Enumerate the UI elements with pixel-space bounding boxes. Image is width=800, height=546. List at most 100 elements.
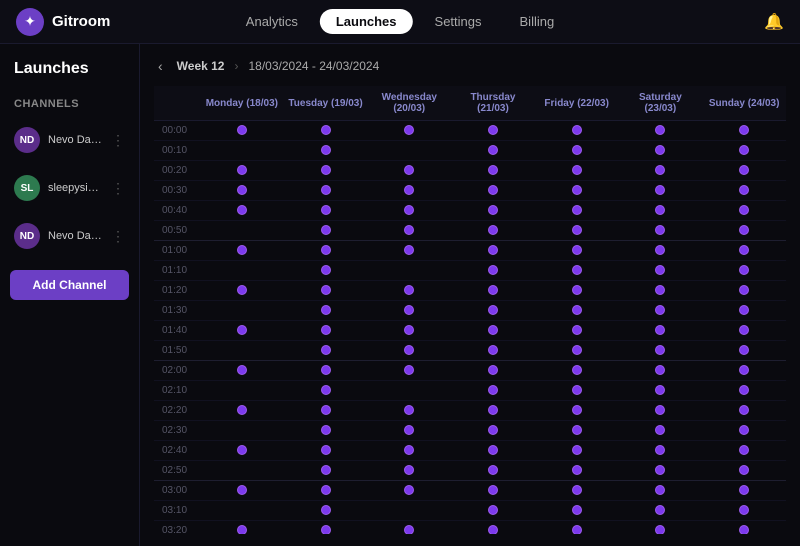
schedule-dot[interactable]: [237, 205, 247, 215]
schedule-dot[interactable]: [655, 265, 665, 275]
nav-analytics[interactable]: Analytics: [230, 9, 314, 34]
schedule-cell[interactable]: [200, 421, 284, 441]
schedule-dot[interactable]: [237, 165, 247, 175]
schedule-cell[interactable]: [451, 141, 535, 161]
schedule-cell[interactable]: [619, 441, 703, 461]
schedule-cell[interactable]: [702, 201, 786, 221]
schedule-cell[interactable]: [535, 321, 619, 341]
schedule-cell[interactable]: [619, 381, 703, 401]
schedule-cell[interactable]: [200, 361, 284, 381]
schedule-dot[interactable]: [321, 305, 331, 315]
schedule-dot[interactable]: [321, 165, 331, 175]
schedule-dot[interactable]: [488, 125, 498, 135]
schedule-dot[interactable]: [321, 145, 331, 155]
schedule-dot[interactable]: [655, 305, 665, 315]
schedule-dot[interactable]: [488, 185, 498, 195]
schedule-dot[interactable]: [572, 165, 582, 175]
schedule-dot[interactable]: [572, 445, 582, 455]
schedule-cell[interactable]: [619, 181, 703, 201]
schedule-cell[interactable]: [702, 221, 786, 241]
schedule-cell[interactable]: [451, 441, 535, 461]
schedule-dot[interactable]: [488, 405, 498, 415]
schedule-dot[interactable]: [237, 445, 247, 455]
schedule-dot[interactable]: [404, 225, 414, 235]
schedule-dot[interactable]: [739, 425, 749, 435]
schedule-dot[interactable]: [321, 505, 331, 515]
schedule-dot[interactable]: [404, 285, 414, 295]
schedule-dot[interactable]: [488, 385, 498, 395]
schedule-dot[interactable]: [739, 505, 749, 515]
schedule-cell[interactable]: [535, 141, 619, 161]
schedule-dot[interactable]: [404, 405, 414, 415]
schedule-dot[interactable]: [739, 185, 749, 195]
schedule-dot[interactable]: [655, 345, 665, 355]
schedule-cell[interactable]: [619, 141, 703, 161]
schedule-dot[interactable]: [237, 365, 247, 375]
schedule-dot[interactable]: [488, 145, 498, 155]
schedule-cell[interactable]: [200, 261, 284, 281]
schedule-cell[interactable]: [284, 281, 368, 301]
schedule-dot[interactable]: [655, 425, 665, 435]
schedule-dot[interactable]: [488, 205, 498, 215]
schedule-dot[interactable]: [572, 305, 582, 315]
schedule-dot[interactable]: [655, 185, 665, 195]
schedule-cell[interactable]: [619, 301, 703, 321]
schedule-dot[interactable]: [739, 345, 749, 355]
schedule-dot[interactable]: [321, 245, 331, 255]
schedule-dot[interactable]: [655, 165, 665, 175]
schedule-cell[interactable]: [367, 321, 451, 341]
schedule-cell[interactable]: [200, 521, 284, 535]
schedule-cell[interactable]: [451, 301, 535, 321]
schedule-dot[interactable]: [655, 445, 665, 455]
schedule-dot[interactable]: [488, 445, 498, 455]
schedule-dot[interactable]: [739, 385, 749, 395]
schedule-dot[interactable]: [572, 325, 582, 335]
schedule-cell[interactable]: [200, 401, 284, 421]
schedule-cell[interactable]: [284, 501, 368, 521]
schedule-cell[interactable]: [367, 121, 451, 141]
schedule-cell[interactable]: [367, 161, 451, 181]
schedule-dot[interactable]: [404, 525, 414, 535]
schedule-dot[interactable]: [572, 385, 582, 395]
schedule-cell[interactable]: [619, 361, 703, 381]
channel-item-0[interactable]: ND Nevo David ⋮: [10, 122, 129, 158]
schedule-cell[interactable]: [619, 401, 703, 421]
schedule-dot[interactable]: [655, 205, 665, 215]
schedule-cell[interactable]: [535, 241, 619, 261]
schedule-dot[interactable]: [488, 465, 498, 475]
schedule-cell[interactable]: [535, 301, 619, 321]
schedule-cell[interactable]: [702, 501, 786, 521]
schedule-dot[interactable]: [237, 325, 247, 335]
schedule-dot[interactable]: [321, 345, 331, 355]
schedule-dot[interactable]: [404, 245, 414, 255]
schedule-cell[interactable]: [451, 121, 535, 141]
schedule-cell[interactable]: [284, 461, 368, 481]
schedule-cell[interactable]: [451, 421, 535, 441]
schedule-cell[interactable]: [367, 441, 451, 461]
schedule-cell[interactable]: [284, 441, 368, 461]
schedule-dot[interactable]: [321, 225, 331, 235]
schedule-dot[interactable]: [237, 185, 247, 195]
schedule-dot[interactable]: [488, 245, 498, 255]
schedule-cell[interactable]: [619, 461, 703, 481]
schedule-dot[interactable]: [655, 125, 665, 135]
schedule-cell[interactable]: [535, 441, 619, 461]
schedule-cell[interactable]: [702, 261, 786, 281]
schedule-dot[interactable]: [572, 505, 582, 515]
schedule-cell[interactable]: [284, 301, 368, 321]
schedule-cell[interactable]: [702, 381, 786, 401]
schedule-cell[interactable]: [284, 221, 368, 241]
schedule-cell[interactable]: [702, 481, 786, 501]
schedule-dot[interactable]: [321, 365, 331, 375]
schedule-dot[interactable]: [739, 245, 749, 255]
schedule-cell[interactable]: [367, 241, 451, 261]
schedule-dot[interactable]: [739, 125, 749, 135]
schedule-dot[interactable]: [488, 225, 498, 235]
schedule-dot[interactable]: [321, 265, 331, 275]
schedule-cell[interactable]: [200, 161, 284, 181]
schedule-cell[interactable]: [367, 461, 451, 481]
schedule-dot[interactable]: [572, 205, 582, 215]
schedule-cell[interactable]: [200, 141, 284, 161]
schedule-dot[interactable]: [404, 165, 414, 175]
schedule-cell[interactable]: [200, 181, 284, 201]
